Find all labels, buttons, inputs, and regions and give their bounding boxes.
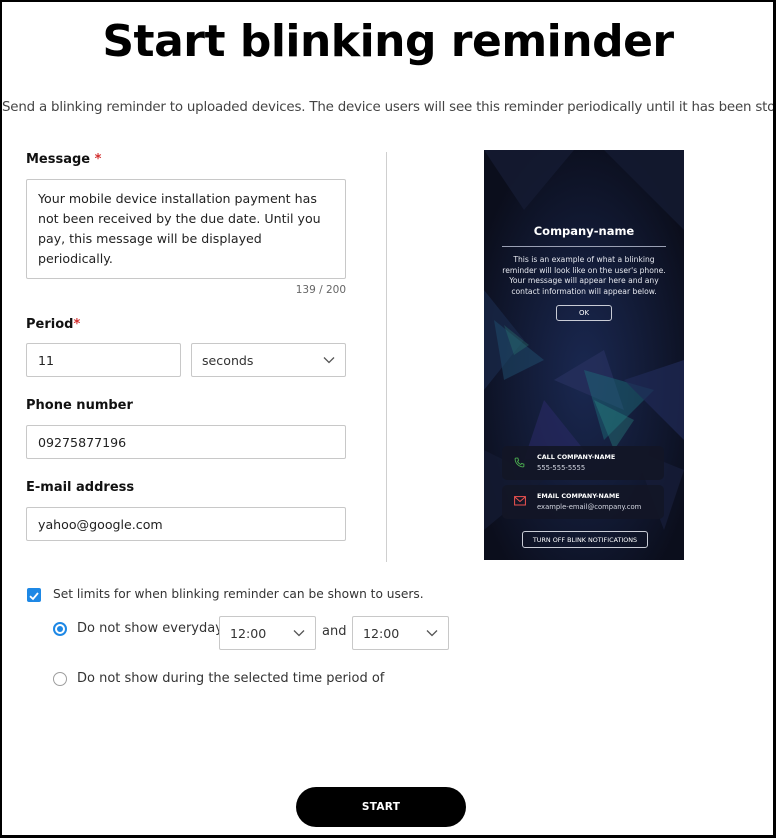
period-label: Period* <box>26 317 80 332</box>
time-range-joiner: and <box>322 624 347 639</box>
preview-turn-off-button: TURN OFF BLINK NOTIFICATIONS <box>522 531 648 548</box>
required-mark: * <box>73 317 81 332</box>
message-textarea[interactable]: Your mobile device installation payment … <box>26 179 346 279</box>
preview-call-title: CALL COMPANY-NAME <box>537 453 616 461</box>
preview-email-value: example-email@company.com <box>537 503 642 511</box>
period-input[interactable]: 11 <box>26 343 181 377</box>
radio-time-period-label: Do not show during the selected time per… <box>77 671 385 686</box>
email-input[interactable]: yahoo@google.com <box>26 507 346 541</box>
chevron-down-icon <box>323 357 335 364</box>
set-limits-checkbox[interactable] <box>27 588 41 602</box>
preview-ok-button: OK <box>556 305 612 321</box>
period-unit-value: seconds <box>202 352 254 368</box>
set-limits-label: Set limits for when blinking reminder ca… <box>53 587 424 601</box>
preview-company-name: Company-name <box>533 224 635 238</box>
message-label: Message * <box>26 152 101 167</box>
preview-email-card: EMAIL COMPANY-NAME example-email@company… <box>502 485 664 519</box>
preview-call-value: 555-555-5555 <box>537 464 586 472</box>
phone-icon <box>514 457 525 468</box>
chevron-down-icon <box>293 630 305 637</box>
time-to-select[interactable]: 12:00 <box>352 616 449 650</box>
message-char-counter: 139 / 200 <box>295 284 346 296</box>
email-label: E-mail address <box>26 480 135 495</box>
period-label-text: Period <box>26 317 74 332</box>
page-frame: Start blinking reminder Send a blinking … <box>0 0 776 838</box>
page-title: Start blinking reminder <box>102 16 674 67</box>
radio-not-everyday[interactable] <box>53 622 67 636</box>
phone-label: Phone number <box>26 398 133 413</box>
email-value: yahoo@google.com <box>38 516 163 532</box>
message-label-text: Message <box>26 152 91 167</box>
mail-icon <box>514 496 526 506</box>
radio-not-everyday-label: Do not show everyday <box>77 621 223 636</box>
phone-preview: Company-name This is an example of what … <box>484 150 684 560</box>
start-button[interactable]: START <box>296 787 466 827</box>
period-value: 11 <box>38 352 55 368</box>
radio-time-period[interactable] <box>53 672 67 686</box>
period-unit-select[interactable]: seconds <box>191 343 346 377</box>
phone-input[interactable]: 09275877196 <box>26 425 346 459</box>
time-from-value: 12:00 <box>230 625 267 641</box>
preview-email-title: EMAIL COMPANY-NAME <box>537 492 620 500</box>
preview-divider <box>502 246 666 247</box>
chevron-down-icon <box>426 630 438 637</box>
page-subtitle: Send a blinking reminder to uploaded dev… <box>2 100 776 115</box>
preview-call-card: CALL COMPANY-NAME 555-555-5555 <box>502 446 664 480</box>
time-to-value: 12:00 <box>363 625 400 641</box>
phone-value: 09275877196 <box>38 434 127 450</box>
required-mark: * <box>94 152 102 167</box>
vertical-divider <box>386 152 387 562</box>
checkmark-icon <box>29 592 39 601</box>
time-from-select[interactable]: 12:00 <box>219 616 316 650</box>
preview-body-text: This is an example of what a blinking re… <box>502 255 666 296</box>
